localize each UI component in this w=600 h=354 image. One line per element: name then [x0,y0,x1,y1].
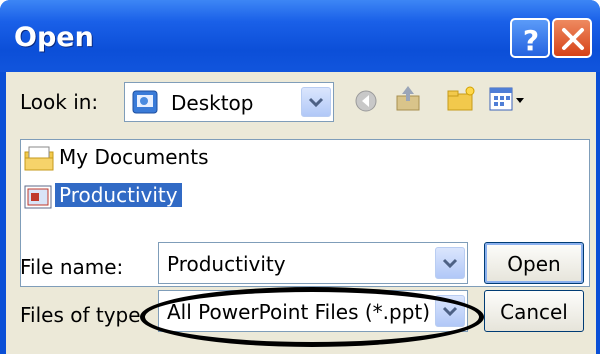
new-folder-icon[interactable] [446,84,478,114]
powerpoint-file-icon [24,185,52,209]
highlight-oval [140,287,484,347]
views-menu-icon[interactable] [488,86,528,114]
file-name-dropdown-button[interactable] [435,247,465,279]
my-documents-icon [24,146,54,171]
file-name-label: File name: [20,255,124,279]
file-name-text: My Documents [59,145,209,169]
cancel-button[interactable]: Cancel [484,290,584,332]
open-button[interactable]: Open [484,242,584,284]
file-name-input[interactable]: Productivity [167,252,286,276]
back-icon[interactable] [354,88,380,114]
help-button[interactable]: ? [510,18,550,58]
chevron-down-icon [308,97,324,108]
desktop-icon [132,90,158,114]
look-in-combo[interactable]: Desktop [124,82,334,122]
close-icon [562,28,584,50]
chevron-down-icon [442,258,458,269]
look-in-label: Look in: [20,90,99,114]
svg-text:?: ? [523,24,539,57]
help-icon: ? [523,24,539,57]
list-item-productivity[interactable]: Productivity [23,180,323,214]
file-name-text: Productivity [55,183,182,207]
up-folder-icon[interactable] [394,84,424,114]
look-in-value: Desktop [171,91,254,115]
file-name-combo[interactable]: Productivity [158,242,468,284]
dialog-title: Open [14,22,94,53]
list-item-my-documents[interactable]: My Documents [23,142,323,176]
close-button[interactable] [552,18,592,58]
files-of-type-label: Files of type: [20,303,148,327]
title-bar[interactable]: Open ? [0,0,600,72]
look-in-dropdown-button[interactable] [301,87,331,117]
open-dialog: Open ? Look in: Desktop My Documents Pro… [0,0,600,354]
